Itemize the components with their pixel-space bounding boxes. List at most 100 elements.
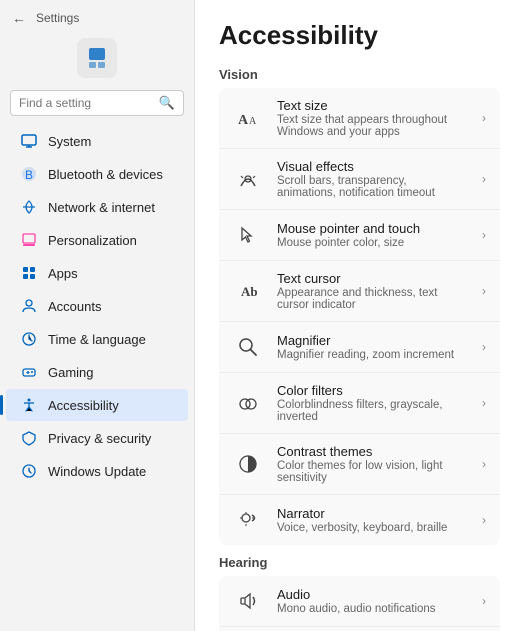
accessibility-icon xyxy=(20,396,38,414)
contrast-themes-icon xyxy=(233,449,263,479)
text-size-title: Text size xyxy=(277,98,468,113)
magnifier-title: Magnifier xyxy=(277,333,468,348)
sidebar-item-privacy[interactable]: Privacy & security xyxy=(6,422,188,454)
settings-list-vision: AAText sizeText size that appears throug… xyxy=(219,88,500,545)
narrator-chevron: › xyxy=(482,513,486,527)
narrator-icon xyxy=(233,505,263,535)
setting-item-visual-effects[interactable]: Visual effectsScroll bars, transparency,… xyxy=(219,149,500,210)
main-content: Accessibility VisionAAText sizeText size… xyxy=(195,0,520,631)
sidebar-item-apps[interactable]: Apps xyxy=(6,257,188,289)
sidebar-header: ← Settings xyxy=(0,0,194,32)
text-cursor-desc: Appearance and thickness, text cursor in… xyxy=(277,287,468,311)
text-cursor-title: Text cursor xyxy=(277,271,468,286)
svg-text:Ab: Ab xyxy=(241,284,258,299)
sidebar-item-label-privacy: Privacy & security xyxy=(48,431,151,446)
audio-desc: Mono audio, audio notifications xyxy=(277,603,468,615)
sidebar-item-accessibility[interactable]: Accessibility xyxy=(6,389,188,421)
contrast-themes-desc: Color themes for low vision, light sensi… xyxy=(277,460,468,484)
svg-text:A: A xyxy=(238,113,249,128)
audio-icon xyxy=(233,586,263,616)
sidebar-item-time[interactable]: Time & language xyxy=(6,323,188,355)
sidebar-item-label-windows-update: Windows Update xyxy=(48,464,146,479)
sidebar-item-label-apps: Apps xyxy=(48,266,78,281)
setting-item-narrator[interactable]: NarratorVoice, verbosity, keyboard, brai… xyxy=(219,495,500,545)
setting-item-captions[interactable]: CCCaptionsStyles› xyxy=(219,627,500,631)
gaming-icon xyxy=(20,363,38,381)
sidebar-item-label-gaming: Gaming xyxy=(48,365,94,380)
visual-effects-text: Visual effectsScroll bars, transparency,… xyxy=(277,159,468,199)
page-title: Accessibility xyxy=(219,20,500,51)
logo-area xyxy=(0,32,194,86)
visual-effects-chevron: › xyxy=(482,172,486,186)
mouse-pointer-title: Mouse pointer and touch xyxy=(277,221,468,236)
text-size-chevron: › xyxy=(482,111,486,125)
sidebar-item-windows-update[interactable]: Windows Update xyxy=(6,455,188,487)
audio-text: AudioMono audio, audio notifications xyxy=(277,587,468,615)
sidebar-item-bluetooth[interactable]: B Bluetooth & devices xyxy=(6,158,188,190)
sidebar-item-label-time: Time & language xyxy=(48,332,146,347)
audio-title: Audio xyxy=(277,587,468,602)
sidebar-item-label-accessibility: Accessibility xyxy=(48,398,119,413)
sidebar-item-label-system: System xyxy=(48,134,91,149)
mouse-pointer-chevron: › xyxy=(482,228,486,242)
bluetooth-icon: B xyxy=(20,165,38,183)
setting-item-magnifier[interactable]: MagnifierMagnifier reading, zoom increme… xyxy=(219,322,500,373)
contrast-themes-text: Contrast themesColor themes for low visi… xyxy=(277,444,468,484)
sidebar: ← Settings 🔍 System B Bluetooth & devices N… xyxy=(0,0,195,631)
contrast-themes-chevron: › xyxy=(482,457,486,471)
text-cursor-text: Text cursorAppearance and thickness, tex… xyxy=(277,271,468,311)
mouse-pointer-desc: Mouse pointer color, size xyxy=(277,237,468,249)
network-icon xyxy=(20,198,38,216)
magnifier-desc: Magnifier reading, zoom increment xyxy=(277,349,468,361)
color-filters-title: Color filters xyxy=(277,383,468,398)
sidebar-item-label-accounts: Accounts xyxy=(48,299,101,314)
section-label-hearing: Hearing xyxy=(219,555,500,570)
mouse-pointer-text: Mouse pointer and touchMouse pointer col… xyxy=(277,221,468,249)
search-input[interactable] xyxy=(19,96,153,110)
sidebar-item-label-network: Network & internet xyxy=(48,200,155,215)
sidebar-item-accounts[interactable]: Accounts xyxy=(6,290,188,322)
svg-text:A: A xyxy=(249,116,257,127)
search-box[interactable]: 🔍 xyxy=(10,90,184,116)
windows-update-icon xyxy=(20,462,38,480)
setting-item-color-filters[interactable]: Color filtersColorblindness filters, gra… xyxy=(219,373,500,434)
system-icon xyxy=(20,132,38,150)
mouse-pointer-icon xyxy=(233,220,263,250)
apps-icon xyxy=(20,264,38,282)
search-icon: 🔍 xyxy=(159,95,175,111)
magnifier-text: MagnifierMagnifier reading, zoom increme… xyxy=(277,333,468,361)
sidebar-item-network[interactable]: Network & internet xyxy=(6,191,188,223)
color-filters-desc: Colorblindness filters, grayscale, inver… xyxy=(277,399,468,423)
windows-logo xyxy=(77,38,117,78)
setting-item-text-size[interactable]: AAText sizeText size that appears throug… xyxy=(219,88,500,149)
magnifier-icon xyxy=(233,332,263,362)
visual-effects-icon xyxy=(233,164,263,194)
audio-chevron: › xyxy=(482,594,486,608)
text-cursor-chevron: › xyxy=(482,284,486,298)
narrator-desc: Voice, verbosity, keyboard, braille xyxy=(277,522,468,534)
sidebar-item-system[interactable]: System xyxy=(6,125,188,157)
text-size-icon: AA xyxy=(233,103,263,133)
windows-icon xyxy=(84,45,110,71)
narrator-text: NarratorVoice, verbosity, keyboard, brai… xyxy=(277,506,468,534)
color-filters-text: Color filtersColorblindness filters, gra… xyxy=(277,383,468,423)
time-icon xyxy=(20,330,38,348)
sidebar-item-label-bluetooth: Bluetooth & devices xyxy=(48,167,163,182)
visual-effects-desc: Scroll bars, transparency, animations, n… xyxy=(277,175,468,199)
setting-item-contrast-themes[interactable]: Contrast themesColor themes for low visi… xyxy=(219,434,500,495)
sidebar-item-personalization[interactable]: Personalization xyxy=(6,224,188,256)
setting-item-text-cursor[interactable]: Ab Text cursorAppearance and thickness, t… xyxy=(219,261,500,322)
color-filters-chevron: › xyxy=(482,396,486,410)
contrast-themes-title: Contrast themes xyxy=(277,444,468,459)
text-cursor-icon: Ab xyxy=(233,276,263,306)
setting-item-audio[interactable]: AudioMono audio, audio notifications › xyxy=(219,576,500,627)
settings-list-hearing: AudioMono audio, audio notifications › CCC… xyxy=(219,576,500,631)
magnifier-chevron: › xyxy=(482,340,486,354)
personalization-icon xyxy=(20,231,38,249)
back-button[interactable]: ← xyxy=(10,10,28,26)
sidebar-item-label-personalization: Personalization xyxy=(48,233,137,248)
sidebar-item-gaming[interactable]: Gaming xyxy=(6,356,188,388)
setting-item-mouse-pointer[interactable]: Mouse pointer and touchMouse pointer col… xyxy=(219,210,500,261)
nav-list: System B Bluetooth & devices Network & inte… xyxy=(0,122,194,631)
narrator-title: Narrator xyxy=(277,506,468,521)
